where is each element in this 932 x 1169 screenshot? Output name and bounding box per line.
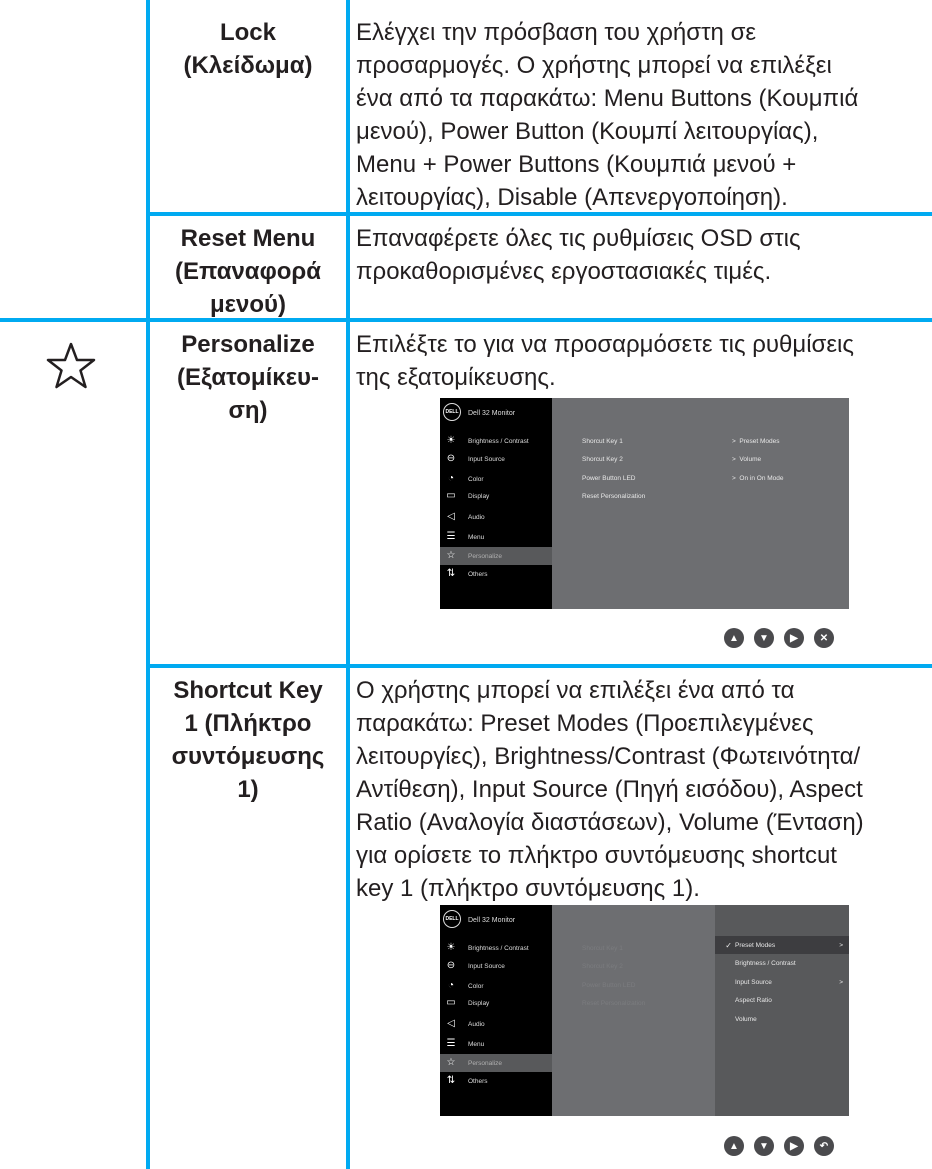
osd-value: > Preset Modes — [732, 438, 780, 445]
brightness-icon: ☀ — [446, 942, 456, 953]
osd-menu-item: ⇅ Others — [440, 1072, 552, 1090]
osd-setting: Reset Personalization — [582, 493, 646, 500]
back-icon: ↶ — [814, 1136, 834, 1156]
display-icon: ▭ — [446, 997, 456, 1008]
osd-screenshot: DELL Dell 32 Monitor ☀ Brightness / Contr… — [440, 398, 849, 609]
osd-menu-item: ⊖ Input Source — [440, 957, 552, 975]
osd-nav-buttons: ▲ ▼ ▶ ✕ — [724, 628, 834, 648]
osd-menu-item: ⇅ Others — [440, 565, 552, 583]
dell-logo: DELL — [443, 403, 461, 421]
osd-submenu-item-selected: ✓ Preset Modes > — [715, 936, 849, 954]
osd-setting: Shorcut Key 1 — [582, 945, 623, 952]
up-icon: ▲ — [724, 628, 744, 648]
osd-menu-item: ☰ Menu — [440, 1035, 552, 1053]
menu-icon: ☰ — [446, 531, 456, 542]
setting-desc-reset-menu: Επαναφέρετε όλες τις ρυθμίσεις OSD στις … — [356, 225, 801, 285]
right-icon: ▶ — [784, 1136, 804, 1156]
osd-sidebar: DELL Dell 32 Monitor ☀ Brightness / Contr… — [440, 398, 552, 609]
audio-icon: ◁ — [447, 1018, 455, 1029]
others-icon: ⇅ — [446, 568, 456, 579]
osd-value: > Volume — [732, 456, 762, 463]
osd-menu-item: ◁ Audio — [440, 508, 552, 526]
others-icon: ⇅ — [446, 1075, 456, 1086]
osd-menu-item: ☀ Brightness / Contrast — [440, 939, 552, 957]
osd-submenu: ✓ Preset Modes > Brightness / Contrast Inp… — [715, 905, 849, 1116]
star-icon — [46, 342, 96, 389]
osd-screenshot: DELL Dell 32 Monitor ☀ Brightness / Contr… — [440, 905, 849, 1116]
color-icon: ◔ — [447, 473, 455, 484]
osd-setting: Shorcut Key 2 — [582, 963, 623, 970]
osd-menu-item: ☀ Brightness / Contrast — [440, 432, 552, 450]
grid-line — [0, 318, 932, 322]
up-icon: ▲ — [724, 1136, 744, 1156]
setting-desc-lock: Ελέγχει την πρόσβαση του χρήστη σε προσα… — [356, 19, 859, 211]
input-source-icon: ⊖ — [446, 453, 456, 464]
osd-setting: Shorcut Key 2 — [582, 456, 623, 463]
grid-line — [146, 664, 932, 668]
osd-submenu-item: Input Source > — [735, 978, 843, 986]
close-icon: ✕ — [814, 628, 834, 648]
audio-icon: ◁ — [447, 511, 455, 522]
brightness-icon: ☀ — [446, 435, 456, 446]
down-icon: ▼ — [754, 1136, 774, 1156]
osd-submenu-item: Volume — [735, 1015, 757, 1023]
osd-nav-buttons: ▲ ▼ ▶ ↶ — [724, 1136, 834, 1156]
osd-setting: Shorcut Key 1 — [582, 438, 623, 445]
star-icon: ☆ — [446, 1057, 456, 1068]
display-icon: ▭ — [446, 490, 456, 501]
osd-value: > On in On Mode — [732, 475, 784, 482]
osd-menu-item: ◔ Color — [440, 470, 552, 488]
osd-sidebar: DELL Dell 32 Monitor ☀ Brightness / Contr… — [440, 905, 552, 1116]
setting-desc-shortcut-key-1: Ο χρήστης μπορεί να επιλέξει ένα από τα … — [356, 677, 864, 902]
color-icon: ◔ — [447, 980, 455, 991]
osd-menu-item: ▭ Display — [440, 487, 552, 505]
setting-desc-personalize: Επιλέξτε το για να προσαρμόσετε τις ρυθμ… — [356, 331, 854, 391]
setting-name-personalize: Personalize (Εξατομίκευ- ση) — [177, 331, 319, 424]
osd-menu-item: ☰ Menu — [440, 528, 552, 546]
osd-menu-item: ◁ Audio — [440, 1015, 552, 1033]
osd-title: Dell 32 Monitor — [468, 410, 516, 417]
menu-icon: ☰ — [446, 1038, 456, 1049]
setting-name-lock: Lock (Κλείδωμα) — [183, 19, 313, 79]
osd-setting: Power Button LED — [582, 475, 636, 482]
down-icon: ▼ — [754, 628, 774, 648]
osd-menu-item-selected: ☆ Personalize — [440, 547, 552, 565]
osd-menu-item: ▭ Display — [440, 994, 552, 1012]
osd-submenu-item: Brightness / Contrast — [735, 959, 796, 967]
osd-menu-item: ◔ Color — [440, 977, 552, 995]
osd-setting: Power Button LED — [582, 982, 636, 989]
grid-line — [346, 0, 350, 1169]
dell-logo: DELL — [443, 910, 461, 928]
input-source-icon: ⊖ — [446, 960, 456, 971]
osd-setting: Reset Personalization — [582, 1000, 646, 1007]
setting-name-shortcut-key-1: Shortcut Key 1 (Πλήκτρο συντόμευσης 1) — [171, 677, 325, 803]
grid-line — [146, 0, 150, 1169]
osd-menu-item-selected: ☆ Personalize — [440, 1054, 552, 1072]
right-icon: ▶ — [784, 628, 804, 648]
star-icon: ☆ — [446, 550, 456, 561]
setting-name-reset-menu: Reset Menu (Επαναφορά μενού) — [175, 225, 321, 318]
osd-submenu-item: Aspect Ratio — [735, 996, 772, 1004]
osd-menu-item: ⊖ Input Source — [440, 450, 552, 468]
osd-title: Dell 32 Monitor — [468, 917, 516, 924]
check-icon: ✓ — [725, 940, 732, 950]
